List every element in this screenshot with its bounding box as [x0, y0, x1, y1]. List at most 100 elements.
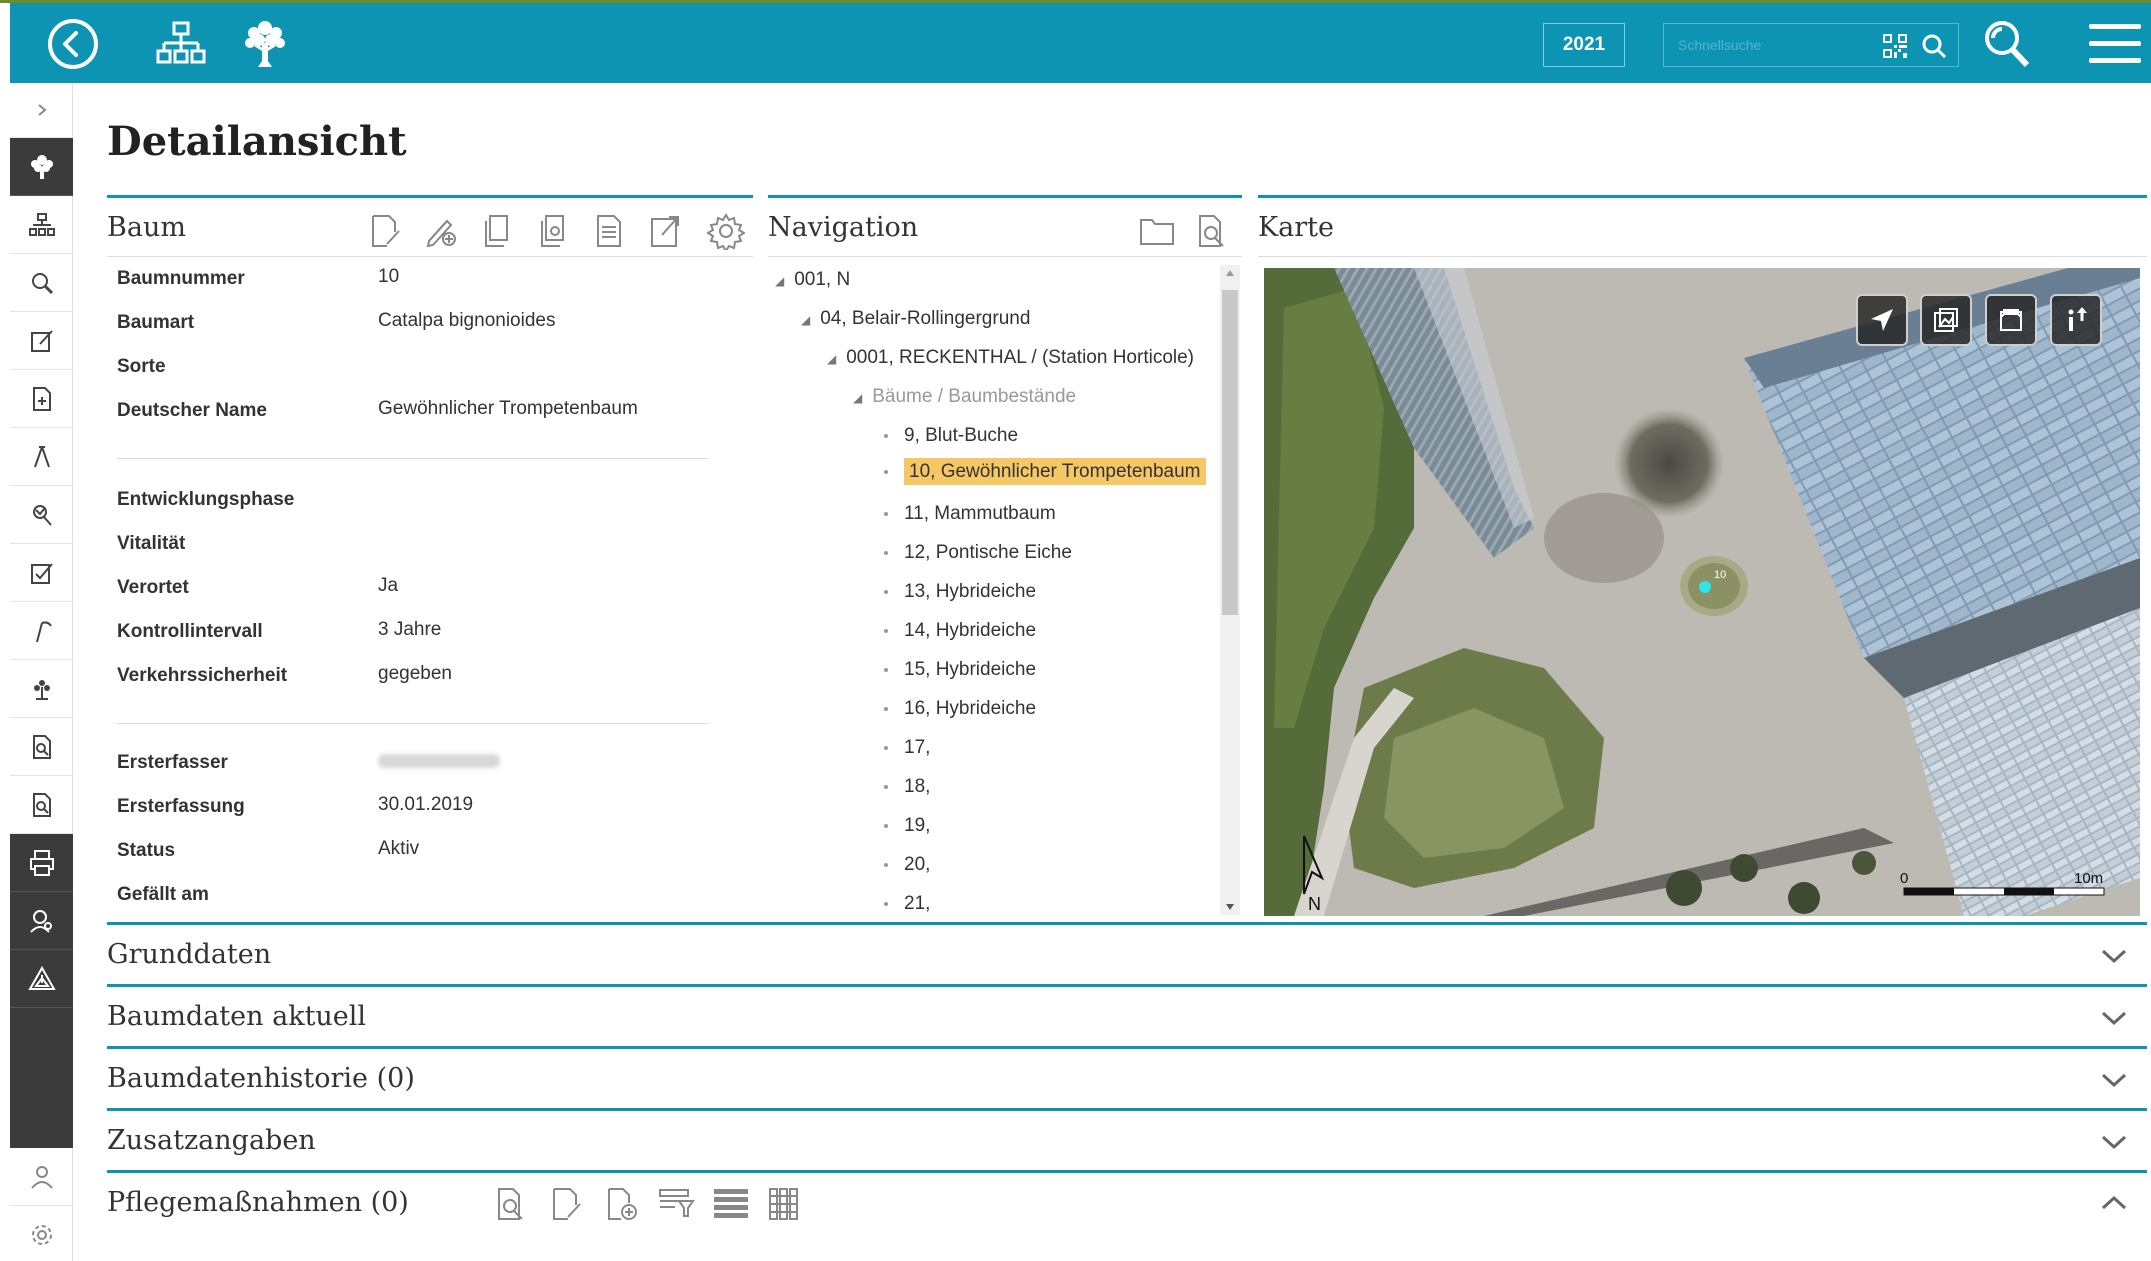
section-grunddaten[interactable]: Grunddaten — [107, 922, 2147, 984]
edit-document-icon[interactable] — [364, 210, 406, 252]
sidebar-tree-icon[interactable] — [10, 138, 73, 196]
baum-panel-header: Baum — [107, 195, 753, 257]
quick-search[interactable] — [1663, 23, 1959, 67]
tree-leaf[interactable]: 9, Blut-Buche — [884, 425, 1018, 447]
map-info-icon[interactable] — [2050, 294, 2102, 346]
menu-icon[interactable] — [2082, 11, 2148, 77]
sidebar-leaf-search-icon[interactable] — [10, 486, 73, 544]
sidebar-edit-icon[interactable] — [10, 312, 73, 370]
table-view-icon[interactable] — [710, 1183, 752, 1225]
section-title: Grunddaten — [107, 939, 272, 970]
field-value-deutscher-name: Gewöhnlicher Trompetenbaum — [378, 398, 638, 419]
tree-leaf[interactable]: 20, — [884, 854, 930, 876]
scroll-down-icon[interactable] — [1225, 903, 1235, 911]
tree-scrollbar-thumb[interactable] — [1222, 290, 1238, 615]
columns-icon[interactable] — [765, 1183, 807, 1225]
tree-node-label: 0001, RECKENTHAL / (Station Horticole) — [846, 347, 1194, 368]
field-label-vitalitaet: Vitalität — [117, 533, 186, 554]
chevron-up-icon[interactable] — [2099, 1191, 2129, 1215]
section-title: Baumdatenhistorie (0) — [107, 1063, 415, 1094]
tree-node-label: Bäume / Baumbestände — [872, 386, 1077, 407]
sidebar-plant-icon[interactable] — [10, 660, 73, 718]
section-pflegemassnahmen[interactable]: Pflegemaßnahmen (0) — [107, 1170, 2147, 1240]
year-selector[interactable]: 2021 — [1543, 23, 1625, 67]
tree-leaf[interactable]: 12, Pontische Eiche — [884, 542, 1072, 564]
section-title: Zusatzangaben — [107, 1125, 316, 1156]
section-baumdatenhistorie[interactable]: Baumdatenhistorie (0) — [107, 1046, 2147, 1108]
add-document-icon[interactable] — [600, 1183, 642, 1225]
document-lines-icon[interactable] — [588, 210, 630, 252]
field-value-status: Aktiv — [378, 838, 420, 859]
document-search-icon[interactable] — [1191, 210, 1233, 252]
folder-icon[interactable] — [1136, 210, 1178, 252]
copy-icon[interactable] — [476, 210, 518, 252]
copy-settings-icon[interactable] — [532, 210, 574, 252]
edit-add-icon[interactable] — [420, 210, 462, 252]
edit-document-icon[interactable] — [545, 1183, 587, 1225]
sidebar-user-icon[interactable] — [10, 1148, 73, 1206]
settings-icon[interactable] — [705, 210, 747, 252]
tree-leaf[interactable]: 11, Mammutbaum — [884, 503, 1056, 525]
map-layers-icon[interactable] — [1920, 294, 1972, 346]
tree-leaf[interactable]: 15, Hybrideiche — [884, 659, 1036, 681]
sidebar-settings-icon[interactable] — [10, 1206, 73, 1261]
filter-list-icon[interactable] — [655, 1183, 697, 1225]
sidebar-document-view-icon[interactable] — [10, 776, 73, 834]
page-title: Detailansicht — [107, 118, 407, 165]
chevron-down-icon[interactable] — [2099, 1005, 2129, 1029]
tree-leaf[interactable]: 14, Hybrideiche — [884, 620, 1036, 642]
export-icon[interactable] — [644, 210, 686, 252]
field-value-baumnummer: 10 — [378, 266, 400, 287]
tree-node[interactable]: ◢ 001, N — [775, 269, 850, 291]
qr-code-icon[interactable] — [1882, 33, 1908, 64]
tree-scrollbar[interactable] — [1220, 265, 1240, 915]
field-label-ersterfasser: Ersterfasser — [117, 752, 228, 773]
back-icon[interactable] — [40, 11, 106, 77]
advanced-search-icon[interactable] — [1974, 11, 2040, 77]
field-value-verortet: Ja — [378, 575, 399, 596]
search-icon[interactable] — [1920, 32, 1948, 65]
tree-node-label: 9, Blut-Buche — [904, 425, 1019, 446]
tree-node[interactable]: ◢ 0001, RECKENTHAL / (Station Horticole) — [827, 347, 1194, 369]
scroll-up-icon[interactable] — [1225, 269, 1235, 277]
sidebar-document-add-icon[interactable] — [10, 370, 73, 428]
sidebar-hierarchy-icon[interactable] — [10, 196, 73, 254]
sidebar-dark-fill — [10, 1008, 73, 1148]
tree-leaf-selected[interactable]: 10, Gewöhnlicher Trompetenbaum — [884, 458, 1206, 485]
chevron-down-icon[interactable] — [2099, 943, 2129, 967]
quick-search-input[interactable] — [1664, 24, 1864, 66]
tree-node[interactable]: ◢ 04, Belair-Rollingergrund — [801, 308, 1030, 330]
fullscreen-icon[interactable] — [1985, 294, 2037, 346]
tree-node-label: 11, Mammutbaum — [904, 503, 1056, 524]
tree-leaf[interactable]: 16, Hybrideiche — [884, 698, 1036, 720]
sidebar-search-icon[interactable] — [10, 254, 73, 312]
tree-icon[interactable] — [232, 11, 298, 77]
chevron-down-icon[interactable] — [2099, 1129, 2129, 1153]
section-zusatzangaben[interactable]: Zusatzangaben — [107, 1108, 2147, 1170]
tree-node-label: 16, Hybrideiche — [904, 698, 1037, 719]
sidebar-tool-icon[interactable] — [10, 428, 73, 486]
sidebar-checklist-icon[interactable] — [10, 544, 73, 602]
sidebar-document-search-icon[interactable] — [10, 718, 73, 776]
tree-leaf[interactable]: 19, — [884, 815, 930, 837]
section-baumdaten-aktuell[interactable]: Baumdaten aktuell — [107, 984, 2147, 1046]
tree-node[interactable]: ◢ Bäume / Baumbestände — [853, 386, 1076, 408]
field-label-ersterfassung: Ersterfassung — [117, 796, 245, 817]
sidebar-pruning-icon[interactable] — [10, 602, 73, 660]
map-view[interactable]: 10 N 0 10m — [1264, 268, 2140, 916]
chevron-down-icon[interactable] — [2099, 1067, 2129, 1091]
tree-leaf[interactable]: 17, — [884, 737, 930, 759]
tree-node-label: 20, — [904, 854, 931, 875]
sidebar-user-search-icon[interactable] — [10, 892, 73, 950]
expand-sidebar-icon[interactable] — [10, 83, 73, 138]
tree-leaf[interactable]: 13, Hybrideiche — [884, 581, 1036, 603]
document-search-icon[interactable] — [490, 1183, 532, 1225]
top-bar: 2021 — [0, 0, 2151, 83]
tree-leaf[interactable]: 21, — [884, 893, 930, 913]
tree-leaf[interactable]: 18, — [884, 776, 930, 798]
hierarchy-icon[interactable] — [148, 11, 214, 77]
karte-panel-header: Karte — [1258, 195, 2147, 257]
locate-icon[interactable] — [1856, 294, 1908, 346]
sidebar-warning-icon[interactable] — [10, 950, 73, 1008]
sidebar-print-icon[interactable] — [10, 834, 73, 892]
